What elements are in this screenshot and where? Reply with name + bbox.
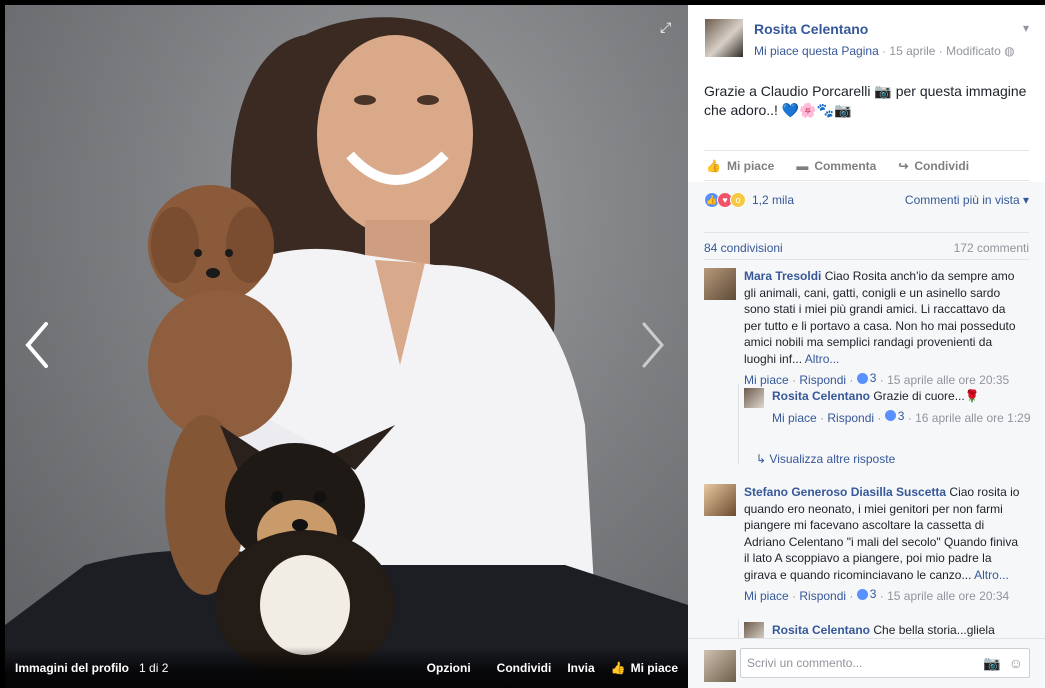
like-photo-button[interactable]: 👍 Mi piace — [611, 661, 678, 675]
photo-viewer: ⤢ Immagini del profilo 1 di 2 Opzioni Co… — [0, 0, 688, 688]
share-button[interactable]: ↪ Condividi — [898, 159, 969, 173]
like-page-link[interactable]: Mi piace questa Pagina — [754, 44, 879, 58]
reactions-total[interactable]: 1,2 mila — [752, 193, 794, 207]
divider — [704, 259, 1029, 260]
camera-icon[interactable]: 📷 — [983, 655, 1000, 672]
comment-author[interactable]: Stefano Generoso Diasilla Suscetta — [744, 485, 946, 499]
reply-text: Che bella storia...gliela — [870, 623, 995, 637]
post-header: Rosita Celentano Mi piace questa Pagina … — [688, 5, 1045, 65]
previous-photo-arrow-icon[interactable] — [22, 320, 52, 370]
reply-actions: Mi piace · Rispondi · 3 · 16 aprile alle… — [772, 408, 1031, 425]
reactions-row: 👍 ♥ o 1,2 mila Commenti più in vista ▾ — [704, 192, 1029, 208]
comment-time[interactable]: 15 aprile alle ore 20:34 — [887, 589, 1009, 603]
like-badge-icon — [856, 372, 868, 384]
expand-icon[interactable]: ⤢ — [660, 19, 671, 36]
current-user-avatar — [704, 650, 736, 682]
share-photo-button[interactable]: Condividi — [497, 661, 552, 675]
send-button[interactable]: Invia — [567, 661, 594, 675]
like-badge-icon — [884, 410, 896, 422]
comment-actions: Mi piace · Rispondi · 3 · 15 aprile alle… — [744, 586, 1010, 603]
options-button[interactable]: Opzioni — [427, 661, 471, 675]
reply-author[interactable]: Rosita Celentano — [772, 623, 870, 637]
photo-illustration — [5, 17, 688, 688]
see-more-link[interactable]: Altro... — [805, 352, 840, 366]
post-actions: 👍 Mi piace ▬ Commenta ↪ Condividi — [704, 150, 1029, 181]
view-more-replies-link[interactable]: ↳ Visualizza altre risposte — [756, 452, 895, 466]
post-text: Grazie a Claudio Porcarelli 📷 per questa… — [704, 83, 1027, 118]
comment-item: Mara Tresoldi Ciao Rosita anch'io da sem… — [704, 268, 1024, 388]
like-button[interactable]: 👍 Mi piace — [706, 159, 774, 173]
chevron-down-icon[interactable]: ▾ — [1023, 21, 1029, 35]
comment-reply-link[interactable]: Rispondi — [799, 589, 846, 603]
comment-like-count[interactable]: 3 — [856, 370, 876, 387]
commenter-avatar[interactable] — [704, 484, 736, 516]
reply-text: Grazie di cuore...🌹 — [870, 389, 980, 403]
reply-reply-link[interactable]: Rispondi — [827, 410, 874, 424]
comment-button[interactable]: ▬ Commenta — [796, 159, 876, 173]
edited-label[interactable]: Modificato — [946, 44, 1001, 58]
globe-icon: ◍ — [1004, 44, 1015, 58]
thumbs-up-icon: 👍 — [706, 158, 721, 173]
post-side-panel: Rosita Celentano Mi piace questa Pagina … — [688, 5, 1045, 688]
smiley-icon[interactable]: ☺ — [1009, 655, 1023, 671]
comment-composer: Scrivi un commento... 📷 ☺ — [688, 638, 1045, 688]
photo-actions-bar: Immagini del profilo 1 di 2 Opzioni Cond… — [5, 647, 688, 688]
comment-input-placeholder: Scrivi un commento... — [747, 656, 863, 670]
comment-author[interactable]: Mara Tresoldi — [744, 269, 821, 283]
photo-position: 1 di 2 — [139, 660, 169, 675]
shares-count[interactable]: 84 condivisioni — [704, 241, 783, 255]
reply-like-count[interactable]: 3 — [884, 408, 904, 425]
reply-like-link[interactable]: Mi piace — [772, 410, 817, 424]
comment-order-dropdown[interactable]: Commenti più in vista ▾ — [905, 193, 1029, 207]
reply-item: Rosita Celentano Grazie di cuore...🌹 Mi … — [744, 388, 1032, 426]
album-label[interactable]: Immagini del profilo — [15, 661, 129, 675]
comments-area: 👍 ♥ o 1,2 mila Commenti più in vista ▾ 8… — [688, 182, 1045, 688]
speech-bubble-icon: ▬ — [796, 158, 809, 173]
like-photo-label: Mi piace — [630, 660, 678, 675]
comment-time[interactable]: 15 aprile alle ore 20:35 — [887, 373, 1009, 387]
post-date[interactable]: 15 aprile — [889, 44, 935, 58]
commenter-avatar[interactable] — [704, 268, 736, 300]
next-photo-arrow-icon[interactable] — [638, 320, 668, 370]
post-meta: Mi piace questa Pagina · 15 aprile · Mod… — [754, 44, 1015, 58]
comment-input[interactable]: Scrivi un commento... 📷 ☺ — [740, 648, 1030, 678]
profile-photo[interactable]: ⤢ — [5, 5, 688, 688]
reply-time[interactable]: 16 aprile alle ore 1:29 — [915, 410, 1030, 424]
reply-thread-line — [738, 384, 739, 464]
comment-like-count[interactable]: 3 — [856, 586, 876, 603]
caret-down-icon: ▾ — [1022, 193, 1029, 207]
reply-arrow-icon: ↳ — [756, 452, 767, 466]
comment-like-link[interactable]: Mi piace — [744, 589, 789, 603]
page-avatar[interactable] — [705, 19, 743, 57]
like-badge-icon — [856, 588, 868, 600]
comment-reply-link[interactable]: Rispondi — [799, 373, 846, 387]
comments-count: 172 commenti — [953, 241, 1029, 255]
shares-row: 84 condivisioni 172 commenti — [704, 232, 1029, 255]
comment-item: Stefano Generoso Diasilla Suscetta Ciao … — [704, 484, 1024, 604]
comment-text: Ciao Rosita anch'io da sempre amo gli an… — [744, 269, 1016, 366]
page-name[interactable]: Rosita Celentano — [754, 21, 868, 37]
comment-actions: Mi piace · Rispondi · 3 · 15 aprile alle… — [744, 370, 1010, 387]
reaction-icons[interactable]: 👍 ♥ o — [704, 192, 746, 208]
wow-reaction-icon: o — [730, 192, 746, 208]
thumbs-up-icon: 👍 — [610, 660, 626, 675]
reply-avatar[interactable] — [744, 388, 764, 408]
comment-like-link[interactable]: Mi piace — [744, 373, 789, 387]
share-arrow-icon: ↪ — [898, 158, 909, 173]
reply-author[interactable]: Rosita Celentano — [772, 389, 870, 403]
see-more-link[interactable]: Altro... — [974, 568, 1009, 582]
